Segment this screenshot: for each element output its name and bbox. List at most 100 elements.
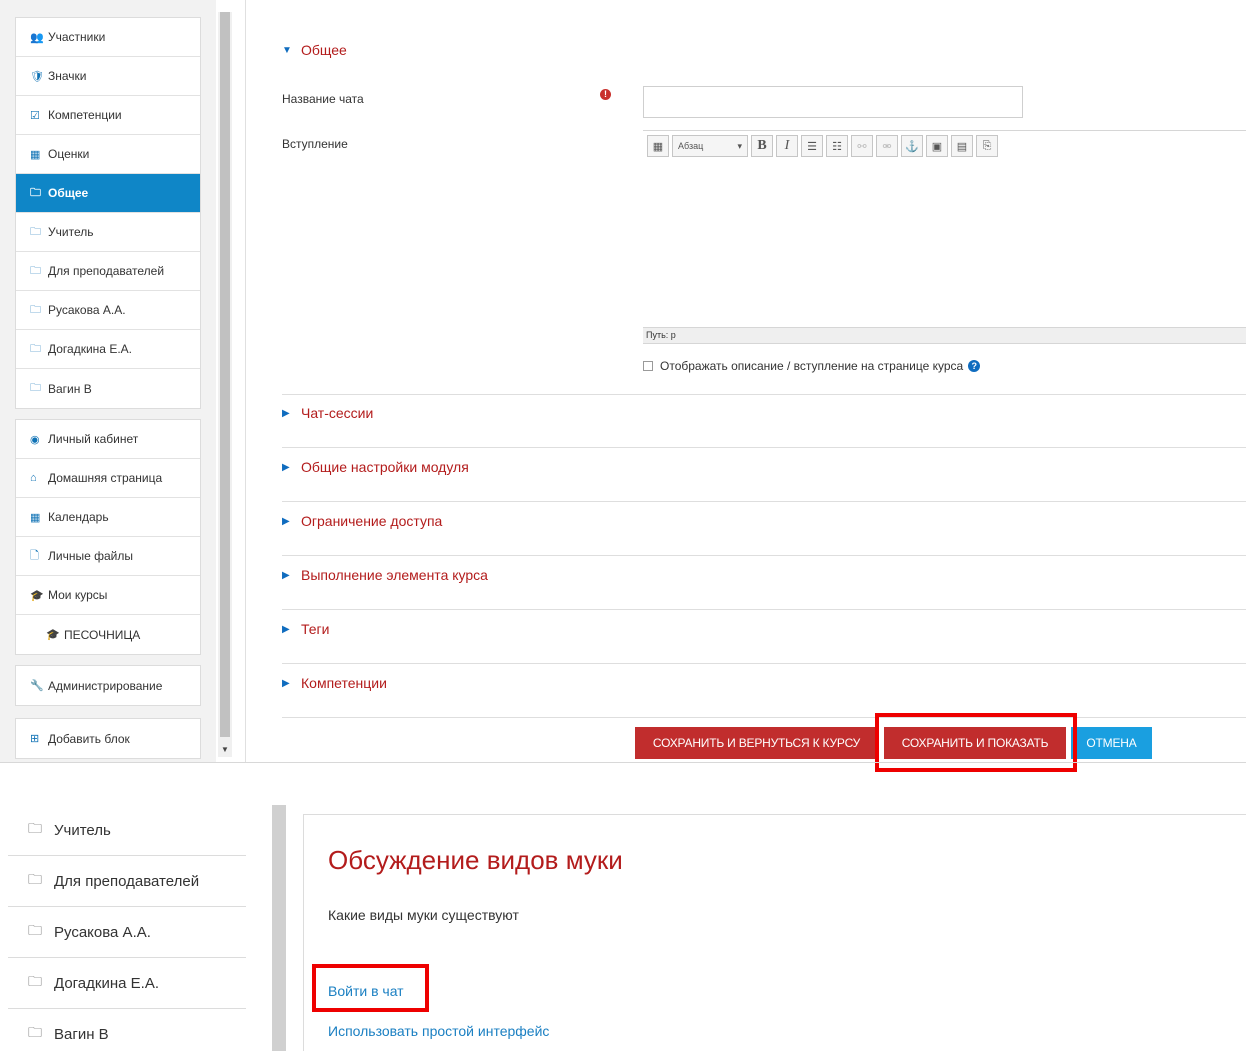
sidebar-scrollbar[interactable]: ▼ <box>218 12 232 757</box>
scroll-down-arrow-icon[interactable]: ▼ <box>218 743 232 757</box>
expanded-triangle-icon: ▼ <box>282 44 292 56</box>
sidebar-item-label: Администрирование <box>48 678 163 693</box>
sidebar-item-label: Значки <box>48 69 87 83</box>
shield-icon: 🛡 <box>30 70 44 83</box>
sidebar-item[interactable]: 🗋 Личные файлы <box>16 537 200 576</box>
sidebar-item[interactable]: ◉ Личный кабинет <box>16 420 200 459</box>
collapsed-section-header[interactable]: ▶ Чат-сессии <box>282 405 373 421</box>
collapsed-section-header[interactable]: ▶ Общие настройки модуля <box>282 459 469 475</box>
help-icon[interactable]: ? <box>968 360 981 372</box>
sidebar-item-label: Личный кабинет <box>48 432 139 446</box>
unlink-icon[interactable]: ⚮ <box>876 135 898 157</box>
sidebar-item[interactable]: 🗀 Русакова А.А. <box>16 291 200 330</box>
chat-name-input[interactable] <box>643 86 1023 118</box>
collapsed-section-header[interactable]: ▶ Компетенции <box>282 675 387 691</box>
sidebar-item[interactable]: 🗀 Общее <box>16 174 200 213</box>
save-return-button[interactable]: СОХРАНИТЬ И ВЕРНУТЬСЯ К КУРСУ <box>635 727 878 759</box>
sidebar-item[interactable]: 👥 Участники <box>16 18 200 57</box>
section-general-header[interactable]: ▼ Общее <box>282 42 347 58</box>
intro-editor[interactable]: ▦ Абзац ▾ B I ☰ ☷ ⚯ ⚮ ⚓ ▣ ▤ ⎘ Путь: p <box>643 130 1246 345</box>
course-navigation-block: 🗀 Учитель 🗀 Для преподавателей 🗀 Русакова А.А… <box>8 805 246 1051</box>
chevron-down-icon: ▾ <box>737 140 742 151</box>
folder-icon: 🗀 <box>28 1024 42 1040</box>
checkbox-icon: ☑ <box>30 109 40 122</box>
show-description-checkbox[interactable] <box>643 361 653 371</box>
italic-icon[interactable]: I <box>776 135 798 157</box>
format-select-value: Абзац <box>678 141 704 151</box>
plus-square-icon: ⊞ <box>30 733 40 745</box>
numbered-list-icon[interactable]: ☷ <box>826 135 848 157</box>
collapsed-section-header[interactable]: ▶ Теги <box>282 621 329 637</box>
divider <box>282 447 1246 448</box>
site-navigation-block: ◉ Личный кабинет ⌂ Домашняя страница ▦ Календ… <box>15 419 201 655</box>
sidebar-item[interactable]: 🛡 Значки <box>16 57 200 96</box>
sidebar-item[interactable]: 🗀 Для преподавателей <box>16 252 200 291</box>
sidebar-item-label: Календарь <box>48 510 109 524</box>
collapsed-section-header[interactable]: ▶ Ограничение доступа <box>282 513 442 529</box>
collapsed-section-header[interactable]: ▶ Выполнение элемента курса <box>282 567 488 583</box>
section-title: Чат-сессии <box>301 405 374 421</box>
sidebar-item-label: Участники <box>48 30 106 44</box>
sidebar-item[interactable]: 🗀 Русакова А.А. <box>8 907 246 958</box>
sidebar-item[interactable]: 🎓 Мои курсы <box>16 576 200 615</box>
media-icon[interactable]: ▤ <box>951 135 973 157</box>
wrench-icon: 🔧 <box>30 680 44 692</box>
sidebar-item[interactable]: ⌂ Домашняя страница <box>16 459 200 498</box>
sidebar-item-label: Учитель <box>48 225 94 239</box>
editor-toolbar: ▦ Абзац ▾ B I ☰ ☷ ⚯ ⚮ ⚓ ▣ ▤ ⎘ <box>647 135 998 157</box>
section-title: Ограничение доступа <box>301 513 443 529</box>
image-icon[interactable]: ▣ <box>926 135 948 157</box>
editor-path-bar: Путь: p <box>643 327 1246 344</box>
add-block-button[interactable]: ⊞ Добавить блок <box>16 719 200 758</box>
link-icon[interactable]: ⚯ <box>851 135 873 157</box>
bold-icon[interactable]: B <box>751 135 773 157</box>
sidebar-item-label: Догадкина Е.А. <box>54 974 159 992</box>
sidebar-item[interactable]: ▦ Календарь <box>16 498 200 537</box>
scrollbar-thumb[interactable] <box>220 12 230 737</box>
collapsed-triangle-icon: ▶ <box>282 677 290 689</box>
sidebar-item[interactable]: ▦ Оценки <box>16 135 200 174</box>
sidebar-scrollbar[interactable] <box>272 805 286 1051</box>
divider <box>282 663 1246 664</box>
folder-icon: 🗀 <box>28 922 42 938</box>
sidebar-item-label: Компетенции <box>48 108 122 122</box>
add-block-block: ⊞ Добавить блок <box>15 718 201 759</box>
bullet-list-icon[interactable]: ☰ <box>801 135 823 157</box>
chat-view-screen: 🗀 Учитель 🗀 Для преподавателей 🗀 Русакова А.А… <box>0 800 1246 1051</box>
sidebar-item[interactable]: 🗀 Учитель <box>8 805 246 856</box>
sidebar-item-label: Личные файлы <box>48 549 133 563</box>
toolbar-toggle-icon[interactable]: ▦ <box>647 135 669 157</box>
folder-icon: 🗀 <box>30 382 41 394</box>
sidebar-item-label: Вагин В <box>48 381 92 396</box>
file-manager-icon[interactable]: ⎘ <box>976 135 998 157</box>
intro-label: Вступление <box>282 137 348 151</box>
sidebar-item-label: Оценки <box>48 147 90 161</box>
collapsed-triangle-icon: ▶ <box>282 623 290 635</box>
sidebar-item[interactable]: 🗀 Вагин В <box>8 1009 246 1051</box>
sidebar-item[interactable]: 🗀 Догадкина Е.А. <box>8 958 246 1009</box>
section-title: Общие настройки модуля <box>301 459 469 475</box>
sidebar-item[interactable]: 🗀 Учитель <box>16 213 200 252</box>
show-description-label: Отображать описание / вступление на стра… <box>660 359 964 373</box>
sidebar-item[interactable]: 🗀 Догадкина Е.А. <box>16 330 200 369</box>
divider <box>282 555 1246 556</box>
anchor-icon[interactable]: ⚓ <box>901 135 923 157</box>
cancel-button[interactable]: ОТМЕНА <box>1071 727 1152 759</box>
sidebar-item-administration[interactable]: 🔧 Администрирование <box>16 666 200 705</box>
sidebar-item[interactable]: 🗀 Для преподавателей <box>8 856 246 907</box>
format-select[interactable]: Абзац ▾ <box>672 135 748 157</box>
sidebar-item-label: ПЕСОЧНИЦА <box>64 627 141 642</box>
collapsed-triangle-icon: ▶ <box>282 461 290 473</box>
collapsed-triangle-icon: ▶ <box>282 407 290 419</box>
sidebar-item[interactable]: ☑ Компетенции <box>16 96 200 135</box>
sidebar-item-label: Догадкина Е.А. <box>48 342 132 356</box>
course-navigation-block: 👥 Участники 🛡 Значки ☑ Компетенции ▦ Оценки 🗀 Общ… <box>15 17 201 409</box>
chat-name-label: Название чата <box>282 92 364 106</box>
sidebar-item[interactable]: 🗀 Вагин В <box>16 369 200 408</box>
divider <box>282 717 1246 718</box>
sidebar-item[interactable]: 🎓 ПЕСОЧНИЦА <box>16 615 200 654</box>
simple-interface-link[interactable]: Использовать простой интерфейс <box>328 1023 549 1039</box>
table-icon: ▦ <box>30 148 41 161</box>
graduation-cap-icon: 🎓 <box>30 589 44 602</box>
collapsed-triangle-icon: ▶ <box>282 569 290 581</box>
